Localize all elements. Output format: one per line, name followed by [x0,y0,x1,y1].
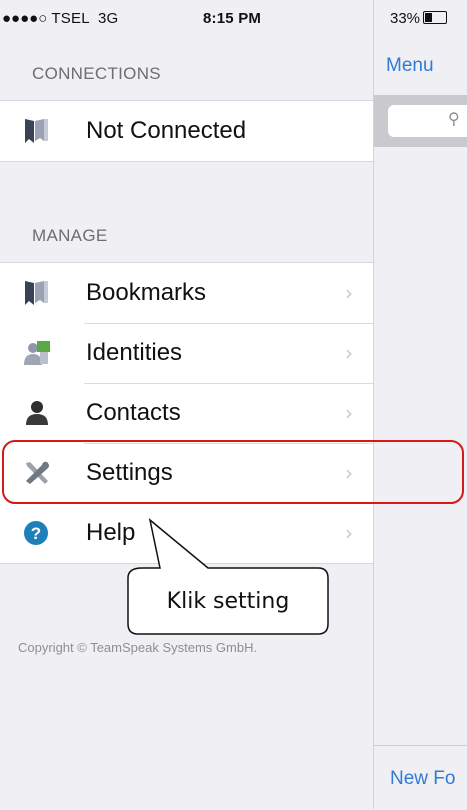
battery-status: 33% [390,10,448,27]
carrier-name: TSEL [51,10,90,27]
new-folder-button[interactable]: New Fo [390,768,455,790]
bookmark-icon [25,281,48,305]
chevron-right-icon: › [345,401,353,425]
menu-item-bookmarks[interactable]: Bookmarks › [0,263,373,323]
manage-group: Bookmarks › Identities › Contacts › Sett… [0,262,373,564]
contact-icon [26,401,48,425]
settings-highlight-box [2,440,464,504]
network-type: 3G [97,10,119,27]
callout-text: Klik setting [166,588,290,614]
menu-item-identities[interactable]: Identities › [0,323,373,383]
not-connected-label: Not Connected [86,117,247,144]
battery-icon [423,11,448,24]
battery-percent: 33% [390,10,421,27]
copyright-text: Copyright © TeamSpeak Systems GmbH. [18,640,258,655]
signal-strength: ●●●●○ [2,10,48,27]
carrier-info: ●●●●○ TSEL 3G [2,10,118,27]
bottom-toolbar: New Fo [374,745,467,810]
not-connected-row[interactable]: Not Connected [0,101,373,161]
bookmarks-label: Bookmarks [86,279,207,306]
chevron-right-icon: › [345,281,353,305]
chevron-right-icon: › [345,341,353,365]
side-menu: ●●●●○ TSEL 3G 8:15 PM CONNECTIONS Not Co… [0,0,374,809]
menu-item-contacts[interactable]: Contacts › [0,383,373,443]
menu-item-help[interactable]: ? Help › [0,503,373,563]
identities-icon [24,341,50,365]
bookmark-icon [25,119,48,143]
identities-label: Identities [86,339,183,366]
help-icon: ? [24,521,48,545]
search-icon: ⚲ [448,111,460,128]
search-input[interactable]: ⚲ [388,105,467,137]
status-bar: ●●●●○ TSEL 3G 8:15 PM [0,0,373,42]
status-time: 8:15 PM [203,10,262,27]
main-panel-peek: 33% Menu ⚲ New Fo [374,0,467,809]
help-label: Help [86,519,136,546]
manage-header: MANAGE [32,226,108,245]
contacts-label: Contacts [86,399,181,426]
connections-header: CONNECTIONS [32,64,161,83]
connections-group: Not Connected [0,100,373,162]
chevron-right-icon: › [345,521,353,545]
search-bar: ⚲ [374,95,467,147]
svg-text:?: ? [31,524,41,543]
menu-button[interactable]: Menu [386,55,434,77]
